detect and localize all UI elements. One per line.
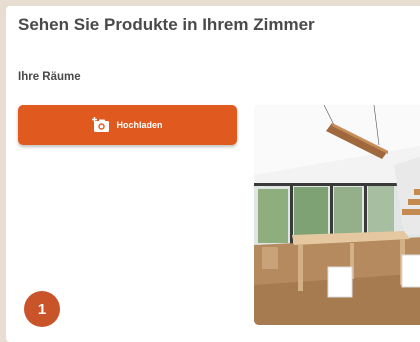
room-photo (254, 105, 420, 325)
camera-plus-icon (92, 117, 110, 133)
upload-button[interactable]: Hochladen (18, 105, 237, 145)
step-badge: 1 (24, 291, 60, 327)
upload-button-label: Hochladen (116, 120, 163, 130)
page-title: Sehen Sie Produkte in Ihrem Zimmer (18, 15, 315, 34)
rooms-section-label: Ihre Räume (18, 71, 81, 83)
room-viewer-card: Sehen Sie Produkte in Ihrem Zimmer Ihre … (6, 6, 420, 342)
room-thumbnail[interactable] (254, 105, 420, 325)
